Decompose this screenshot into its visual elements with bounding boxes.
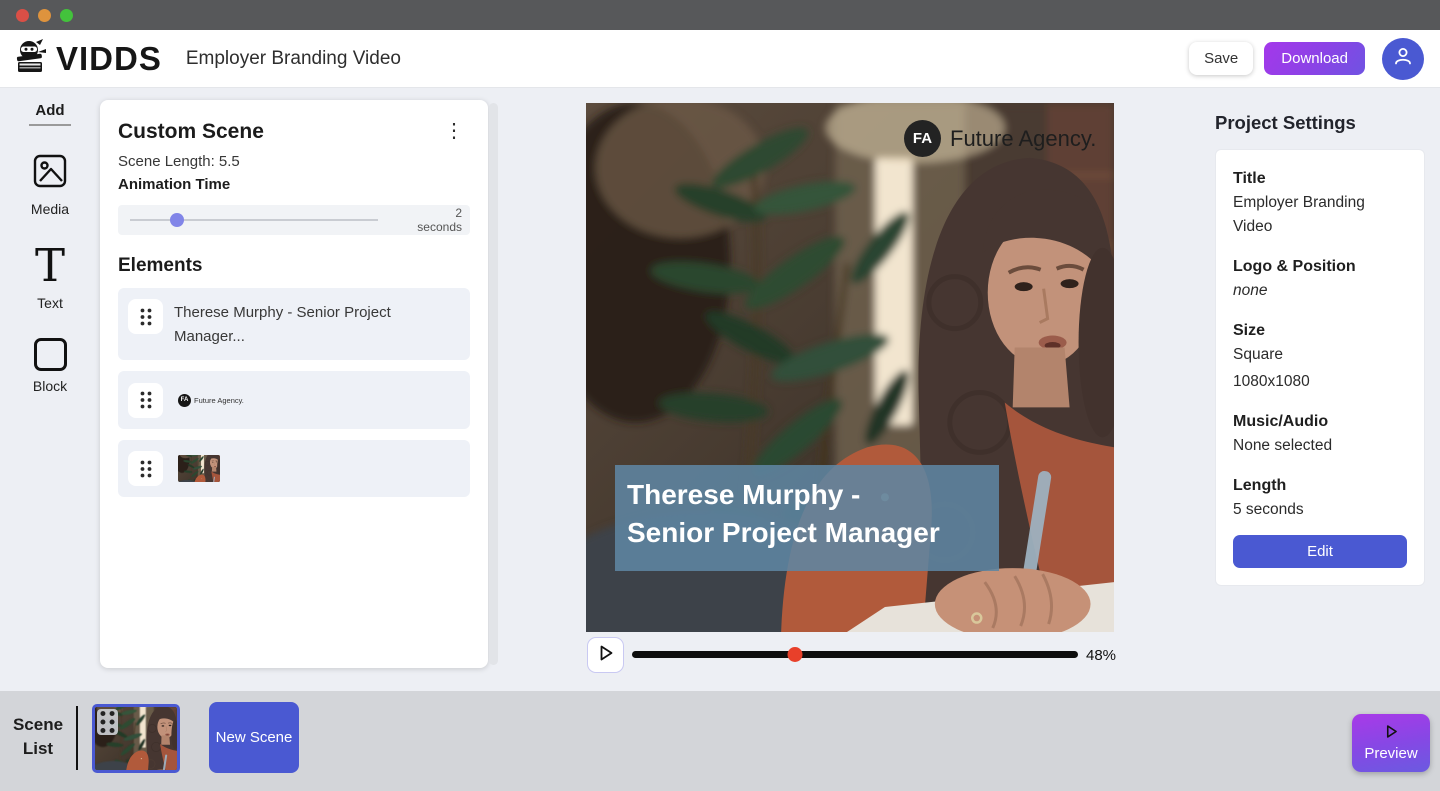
block-icon [33,338,67,371]
scene-menu-kebab-icon[interactable]: ⋮ [438,120,470,142]
element-text-label: Therese Murphy - Senior Project Manager.… [174,304,391,345]
setting-music-label: Music/Audio [1233,413,1329,430]
minimize-window-button[interactable] [38,9,51,22]
element-row-logo[interactable]: FA Future Agency. [118,371,470,429]
fa-badge-icon: FA [178,393,191,407]
tool-media-label: Media [30,201,70,217]
caption-overlay[interactable]: Therese Murphy - Senior Project Manager [615,465,999,571]
download-button[interactable]: Download [1264,42,1365,75]
play-button[interactable] [587,637,624,673]
playback-percent: 48% [1086,647,1117,664]
setting-title-label: Title [1233,170,1266,187]
slider-value-number: 2 [455,206,462,220]
app-window: VIDDS Employer Branding Video Save Downl… [0,0,1440,791]
ninja-clapperboard-icon [12,36,52,81]
element-row-video[interactable] [118,440,470,497]
drag-handle-icon[interactable] [97,709,118,735]
scene-list-divider [76,706,78,770]
animation-time-label: Animation Time [118,176,231,193]
setting-length-value: 5 seconds [1233,501,1304,518]
tool-block-label: Block [32,378,68,394]
scrubber-handle[interactable] [787,647,803,662]
user-icon [1391,44,1415,73]
drag-handle-icon[interactable] [128,299,163,334]
edit-settings-button[interactable]: Edit [1233,535,1407,568]
fa-logo-text: Future Agency. [194,395,244,405]
close-window-button[interactable] [16,9,29,22]
account-button[interactable] [1382,37,1424,80]
app-header: VIDDS Employer Branding Video Save Downl… [0,30,1440,88]
window-titlebar [0,0,1440,30]
setting-music-value: None selected [1233,437,1333,454]
fa-logo-text: Future Agency. [950,125,1097,151]
drag-handle-icon[interactable] [128,382,163,418]
project-settings-heading: Project Settings [1215,112,1356,133]
animation-time-slider: 2 seconds [118,205,470,235]
new-scene-button[interactable]: New Scene [209,702,299,773]
scene-panel-title: Custom Scene [118,120,264,143]
scene-length-text: Scene Length: 5.5 [118,153,240,170]
tool-block[interactable]: Block [0,338,100,394]
element-row-text[interactable]: Therese Murphy - Senior Project Manager.… [118,288,470,360]
elements-heading: Elements [118,255,203,276]
watermark-logo[interactable]: FA Future Agency. [904,120,1096,157]
add-tool-rail: Add Media T Text Block [0,88,100,394]
panel-scrollbar[interactable] [489,103,498,665]
tool-text[interactable]: T Text [0,239,100,311]
slider-thumb[interactable] [170,213,185,227]
fullscreen-window-button[interactable] [60,9,73,22]
caption-line-2: Senior Project Manager [627,517,940,548]
fa-badge-icon: FA [904,120,941,157]
caption-line-1: Therese Murphy - [627,479,861,510]
tool-text-label: Text [37,295,63,311]
setting-title-value: Employer Branding Video [1233,194,1365,235]
slider-value-unit: seconds [417,220,462,234]
setting-logo-label: Logo & Position [1233,258,1356,275]
custom-scene-panel: Custom Scene ⋮ Scene Length: 5.5 Animati… [100,100,488,668]
text-icon: T [34,239,65,292]
setting-logo-value: none [1233,282,1268,299]
element-video-thumbnail [178,455,220,482]
logo-wordmark: VIDDS [56,39,162,77]
playback-scrubber[interactable] [632,647,1078,662]
tool-media[interactable]: Media [0,153,100,217]
add-heading-rule [29,124,71,126]
media-image-icon [32,154,68,193]
preview-button-label: Preview [1364,745,1418,762]
drag-handle-icon[interactable] [128,451,163,486]
scene-list-heading: Scene List [12,715,64,758]
vidds-logo[interactable]: VIDDS [12,36,162,81]
setting-size-label: Size [1233,322,1266,339]
slider-track[interactable] [130,213,378,227]
preview-button[interactable]: Preview [1352,714,1430,772]
scene-list-bar: Scene List New Scene Preview [0,691,1440,791]
scene-thumbnail-selected[interactable] [92,704,180,773]
project-settings-card: Title Employer Branding Video Logo & Pos… [1215,149,1425,586]
add-heading: Add [35,102,65,119]
slider-value: 2 seconds [417,206,462,234]
save-button[interactable]: Save [1189,42,1254,75]
video-preview-canvas[interactable]: FA Future Agency. Therese Murphy - Senio… [586,103,1114,632]
setting-size-value-2: 1080x1080 [1233,373,1310,390]
setting-size-value: Square [1233,346,1283,363]
element-logo-preview: FA Future Agency. [178,393,244,407]
project-title: Employer Branding Video [185,47,401,69]
play-icon [597,644,615,667]
play-icon [1384,724,1399,743]
setting-length-label: Length [1233,477,1287,494]
